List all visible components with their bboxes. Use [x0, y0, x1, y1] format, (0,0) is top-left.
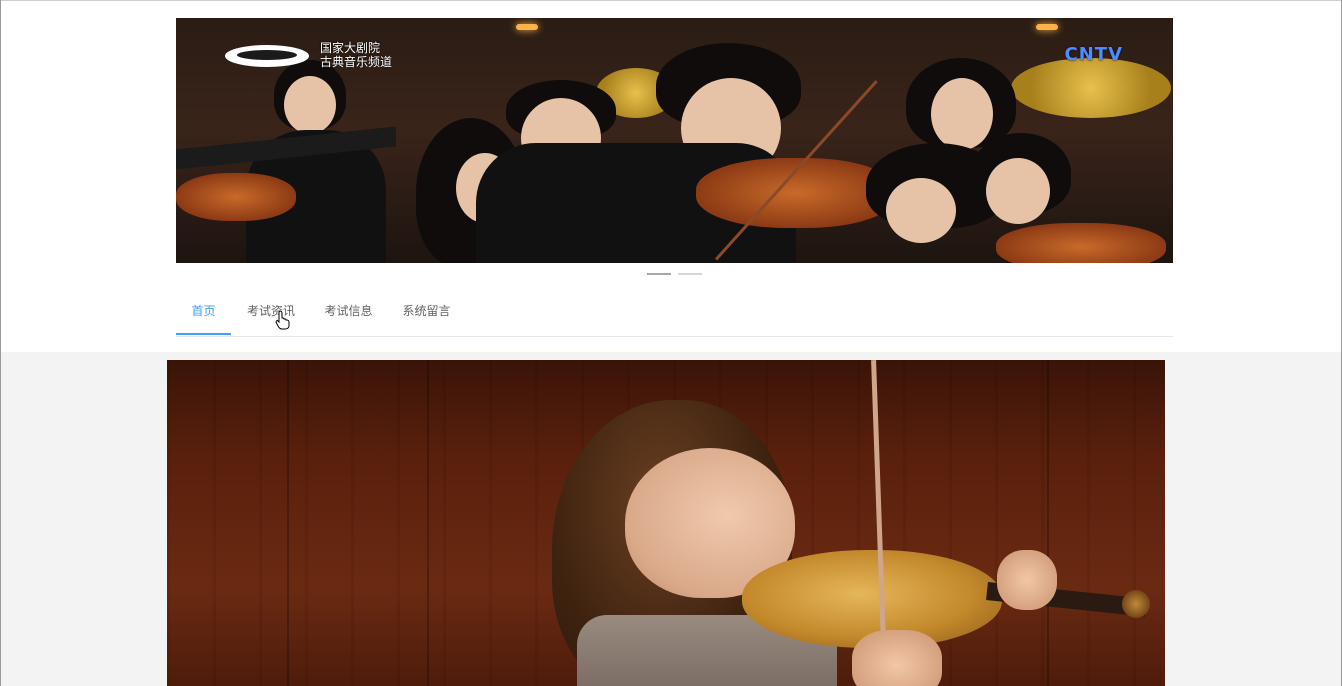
- logo-line2: 古典音乐频道: [320, 55, 393, 69]
- carousel-indicators: [647, 273, 707, 276]
- wall-panel: [1047, 360, 1049, 686]
- musician-face: [986, 158, 1050, 224]
- ncpa-logo-icon: [225, 45, 309, 67]
- hand-pointer-icon: [275, 310, 290, 330]
- violin-scroll: [1122, 590, 1150, 618]
- feature-image[interactable]: [167, 360, 1165, 686]
- carousel-dot-1[interactable]: [647, 273, 671, 275]
- top-border: [0, 0, 1342, 1]
- wall-panel: [287, 360, 289, 686]
- musician-face: [284, 76, 336, 134]
- left-border: [0, 0, 1, 686]
- violin: [996, 223, 1166, 263]
- finger-hand: [997, 550, 1057, 610]
- logo-line1: 国家大剧院: [320, 41, 381, 55]
- brass-instrument: [1011, 58, 1171, 118]
- stage-light: [1036, 24, 1058, 30]
- wall-panel: [427, 360, 429, 686]
- bow-hand: [852, 630, 942, 686]
- musician-face: [931, 78, 993, 150]
- nav-active-indicator: [176, 333, 231, 335]
- channel-logo-text: 国家大剧院 古典音乐频道: [320, 41, 392, 69]
- nav-tab-exam-news[interactable]: 考试资讯: [231, 292, 311, 335]
- nav-tab-home[interactable]: 首页: [176, 292, 231, 335]
- musician-face: [886, 178, 956, 243]
- violin: [176, 173, 296, 221]
- stage-light: [516, 24, 538, 30]
- nav-tab-messages[interactable]: 系统留言: [389, 292, 464, 335]
- banner-carousel[interactable]: 国家大剧院 古典音乐频道 CNTV: [176, 18, 1173, 263]
- nav-tab-exam-info[interactable]: 考试信息: [311, 292, 386, 335]
- main-nav: 首页 考试资讯 考试信息 系统留言: [176, 292, 1173, 337]
- carousel-dot-2[interactable]: [678, 273, 702, 275]
- cntv-logo: CNTV: [1064, 44, 1123, 65]
